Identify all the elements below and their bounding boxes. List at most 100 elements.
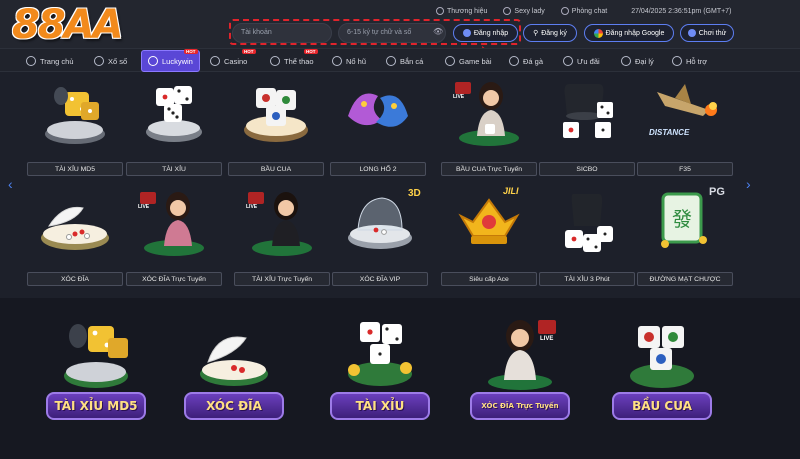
sexy-lady-link[interactable]: Sexy lady [503, 7, 545, 15]
nav-lottery-label: Xổ số [108, 56, 128, 66]
login-button[interactable]: Đăng nhập [453, 24, 518, 42]
live-badge: LIVE [246, 204, 258, 210]
bau-cua-dice-icon [630, 326, 694, 388]
game-label: Siêu cấp Ace [441, 272, 537, 286]
banner-tai-xiu-md5[interactable]: TÀI XỈU MD5 [46, 312, 146, 430]
nav-home-label: Trang chủ [40, 56, 74, 66]
banner-label: XÓC ĐĨA Trực Tuyến [470, 392, 570, 420]
soccer-ball-icon [270, 56, 280, 66]
datetime-display: 27/04/2025 2:36:51pm (GMT+7) [631, 7, 732, 15]
nav-slots-label: Nổ hũ [346, 56, 367, 66]
dice-icon [146, 86, 202, 142]
sicbo-cup-icon [563, 84, 613, 138]
distance-tag: DISTANCE [649, 128, 690, 137]
game-label: XÓC ĐĨA Trực Tuyến [126, 272, 222, 286]
nav-sports-label: Thể thao [284, 56, 314, 66]
nav-lottery[interactable]: Xổ số [94, 49, 127, 73]
login-button-label: Đăng nhập [473, 29, 509, 37]
dice-cup-icon [565, 194, 613, 252]
google-icon [593, 28, 603, 38]
nav-card-games[interactable]: Game bài [445, 49, 492, 73]
fish-icon [386, 56, 396, 66]
game-card-bau-cua[interactable]: BẦU CUA [228, 74, 324, 176]
headset-icon [672, 56, 682, 66]
username-input[interactable]: Tài khoản [232, 23, 332, 43]
chat-room-link[interactable]: Phòng chat [560, 7, 608, 15]
game-label: SICBO [539, 162, 635, 176]
nav-home[interactable]: Trang chủ [26, 49, 74, 73]
game-card-tai-xiu-md5[interactable]: TÀI XỈU MD5 [27, 74, 123, 176]
chevron-right-icon[interactable]: › [746, 176, 751, 192]
3d-tag: 3D [408, 188, 421, 199]
cards-icon [445, 56, 455, 66]
game-card-sicbo[interactable]: SICBO [539, 74, 635, 176]
nav-cockfight[interactable]: Đá gà [509, 49, 543, 73]
google-login-button[interactable]: Đăng nhập Google [584, 24, 674, 42]
chat-room-label: Phòng chat [571, 7, 608, 15]
banner-label: BẦU CUA [612, 392, 712, 420]
game-card-tai-xiu-3-phut[interactable]: TÀI XỈU 3 Phút [539, 184, 635, 286]
live-dealer-icon [455, 82, 519, 146]
game-label: BẦU CUA Trực Tuyến [441, 162, 537, 176]
nav-cockfight-label: Đá gà [523, 56, 544, 66]
try-play-button[interactable]: Chơi thử [680, 24, 734, 42]
banner-bau-cua[interactable]: BẦU CUA [612, 312, 712, 430]
game-card-bau-cua-live[interactable]: LIVE BẦU CUA Trực Tuyến [441, 74, 537, 176]
nav-promotions[interactable]: Ưu đãi [563, 49, 600, 73]
live-dealer-icon [140, 192, 204, 256]
game-label: LONG HỔ 2 [330, 162, 426, 176]
banner-label: TÀI XỈU [330, 392, 430, 420]
game-card-xoc-dia-vip[interactable]: 3D XÓC ĐĨA VIP [332, 184, 428, 286]
game-card-long-ho-2[interactable]: LONG HỔ 2 [330, 74, 426, 176]
register-button[interactable]: ⚲ Đăng ký [523, 24, 577, 42]
game-label: TÀI XỈU MD5 [27, 162, 123, 176]
agent-icon [621, 56, 631, 66]
dice-cup-icon [45, 87, 105, 144]
game-card-f35[interactable]: DISTANCE F35 [637, 74, 733, 176]
nav-slots[interactable]: Nổ hũ [332, 49, 366, 73]
nav-fishing[interactable]: Bắn cá [386, 49, 423, 73]
main-nav: Trang chủ Xổ số Luckywin HOT Casino HOT … [0, 48, 800, 72]
brand-link-label: Thương hiệu [447, 7, 488, 15]
banner-tai-xiu[interactable]: TÀI XỈU [330, 312, 430, 430]
svg-text:發: 發 [672, 208, 692, 231]
try-play-label: Chơi thử [698, 29, 727, 37]
banner-label: XÓC ĐĨA [184, 392, 284, 420]
game-card-sieu-cap-ace[interactable]: JILI Siêu cấp Ace [441, 184, 537, 286]
nav-support-label: Hỗ trợ [686, 56, 708, 66]
lady-icon [503, 7, 512, 15]
nav-casino-label: Casino [224, 56, 248, 66]
banner-xoc-dia-live[interactable]: LIVE XÓC ĐĨA Trực Tuyến [470, 312, 570, 430]
chevron-left-icon[interactable]: ‹ [8, 176, 13, 192]
brand-icon [436, 7, 444, 15]
game-label: TÀI XỈU 3 Phút [539, 272, 635, 286]
brand-logo[interactable]: 88AA [12, 2, 124, 48]
live-badge: LIVE [540, 336, 554, 342]
banner-xoc-dia[interactable]: XÓC ĐĨA [184, 312, 284, 430]
top-links: Thương hiệu Sexy lady Phòng chat 27/04/2… [436, 4, 731, 18]
pg-tag: PG [709, 186, 725, 198]
casino-icon [210, 56, 220, 66]
hot-badge: HOT [242, 49, 256, 54]
live-badge: LIVE [138, 204, 150, 210]
plate-bowl-icon [41, 206, 109, 250]
nav-promotions-label: Ưu đãi [577, 56, 600, 66]
eye-icon[interactable]: 👁 [433, 28, 443, 36]
game-label: XÓC ĐĨA [27, 272, 123, 286]
game-label: BẦU CUA [228, 162, 324, 176]
google-login-label: Đăng nhập Google [605, 29, 665, 37]
game-card-xoc-dia[interactable]: XÓC ĐĨA [27, 184, 123, 286]
game-card-tai-xiu-live[interactable]: LIVE TÀI XỈU Trực Tuyến [234, 184, 330, 286]
game-card-duong-mat-chuoc[interactable]: 發 PG ĐƯỜNG MẠT CHƯỢC [637, 184, 733, 286]
gamepad-icon [687, 29, 696, 37]
nav-card-games-label: Game bài [459, 56, 492, 66]
luckywin-icon [148, 56, 158, 66]
game-label: TÀI XỈU Trực Tuyến [234, 272, 330, 286]
nav-support[interactable]: Hỗ trợ [672, 49, 707, 73]
nav-agent[interactable]: Đại lý [621, 49, 654, 73]
password-input[interactable]: 6-15 ký tự chữ và số [338, 23, 446, 43]
game-card-tai-xiu[interactable]: TÀI XỈU [126, 74, 222, 176]
game-card-xoc-dia-live[interactable]: LIVE XÓC ĐĨA Trực Tuyến [126, 184, 222, 286]
sexy-lady-label: Sexy lady [514, 7, 545, 15]
brand-link[interactable]: Thương hiệu [436, 7, 487, 15]
